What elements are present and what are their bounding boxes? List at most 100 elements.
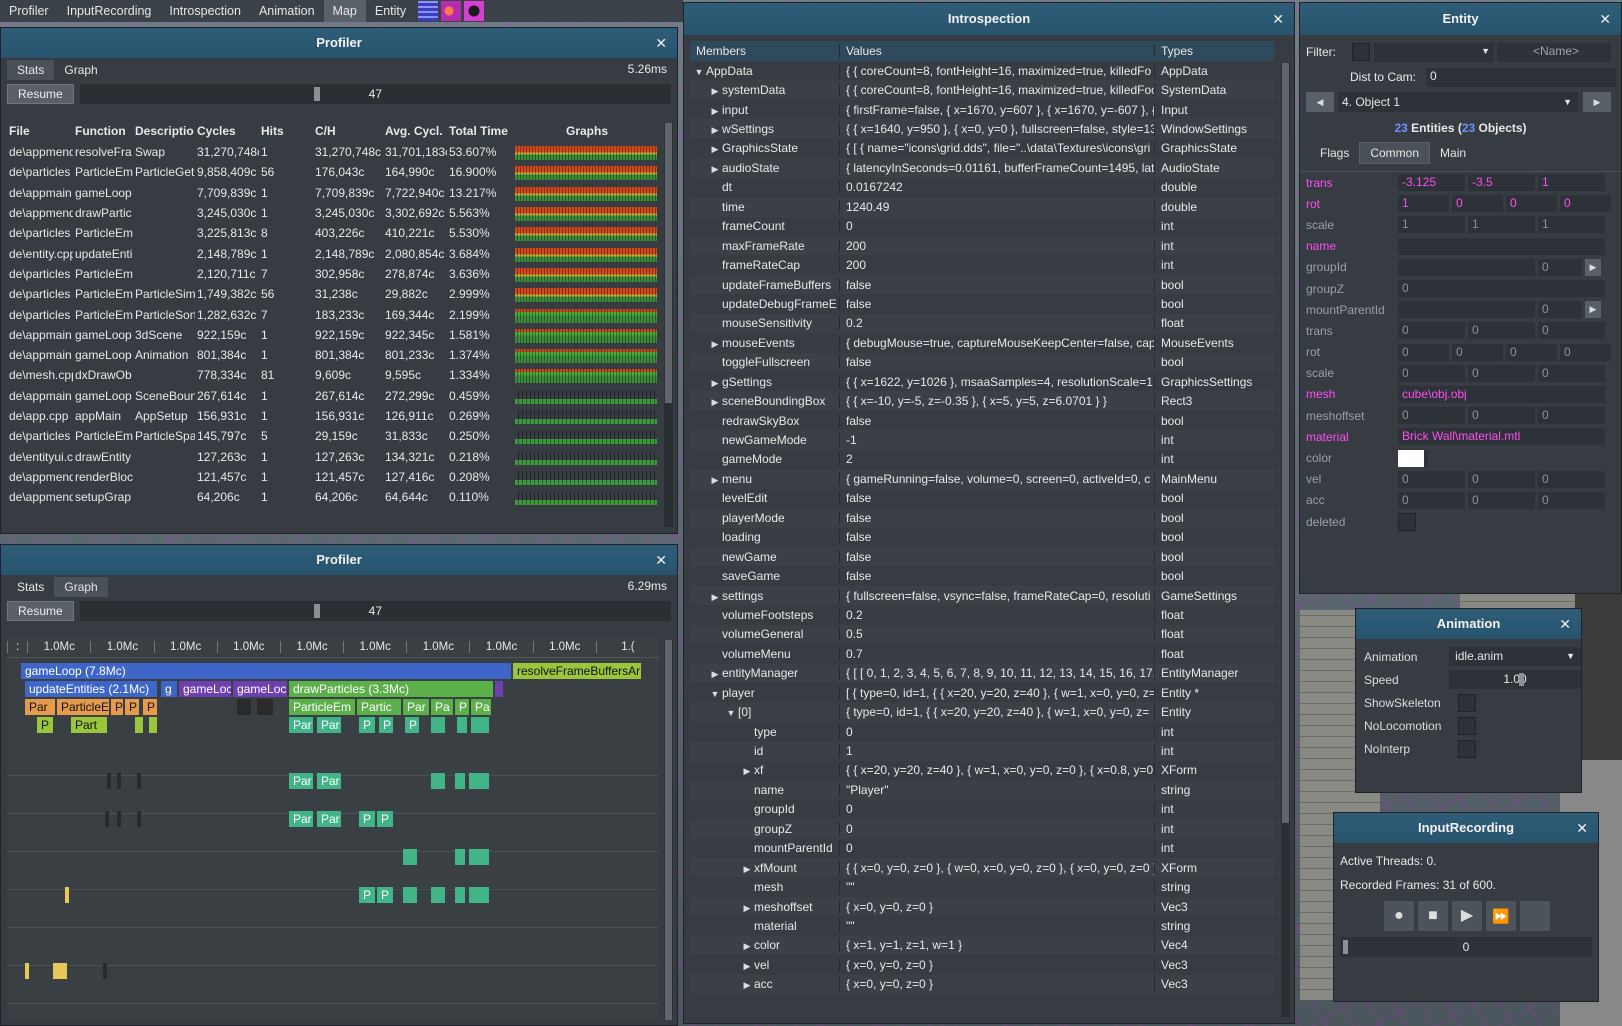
tree-row[interactable]: updateFrameBuffers false bool — [690, 274, 1274, 295]
field-input[interactable]: 1 — [1538, 216, 1605, 234]
input-recording-titlebar[interactable]: InputRecording ✕ — [1334, 813, 1598, 843]
collapsed-arrow-icon[interactable]: ▶ — [740, 903, 754, 914]
filter-checkbox[interactable] — [1352, 43, 1370, 61]
tab-flags[interactable]: Flags — [1310, 143, 1359, 163]
tree-row[interactable]: ▶ mouseEvents{ debugMouse=true, captureMo… — [690, 333, 1274, 352]
prev-object-button[interactable]: ◀ — [1306, 92, 1334, 112]
tree-row[interactable]: volumeGeneral 0.5 float — [690, 624, 1274, 645]
tree-row[interactable]: ▶ entityManager{ [ [ 0, 1, 2, 3, 4, 5, 6,… — [690, 663, 1274, 683]
tree-row[interactable]: gameMode 2 int — [690, 450, 1274, 469]
profiler-timeline[interactable]: :1.0Mc 1.0Mc 1.0Mc 1.0Mc 1.0Mc 1.0Mc 1.0Mc 1.0M… — [7, 637, 659, 1017]
field-input[interactable]: 0 — [1538, 470, 1605, 488]
bar-small[interactable] — [471, 717, 489, 733]
field-input[interactable]: 0 — [1560, 195, 1611, 213]
tree-row[interactable]: toggleFullscreen false bool — [690, 352, 1274, 372]
play-icon[interactable]: ▶ — [1452, 901, 1482, 931]
bar-gameloop[interactable]: gameLoop (7.8Mc) — [21, 663, 511, 679]
entity-titlebar[interactable]: Entity ✕ — [1300, 3, 1621, 35]
bar-small[interactable] — [25, 963, 29, 979]
tab-graph[interactable]: Graph — [54, 577, 108, 597]
column-header[interactable]: File — [7, 124, 73, 138]
tab-stats[interactable]: Stats — [7, 577, 54, 597]
bar-p[interactable]: P — [377, 811, 393, 827]
tree-row[interactable]: mouseSensitivity 0.2 float — [690, 313, 1274, 334]
bar-par[interactable]: Par — [317, 811, 341, 827]
field-input[interactable]: 0 — [1560, 343, 1611, 361]
column-header[interactable]: Avg. Cycl. — [383, 124, 447, 138]
table-row[interactable]: de\particles ParticleEm 2,120,711c 7 302,958… — [7, 264, 659, 284]
recording-slider[interactable]: 0 — [1340, 937, 1592, 957]
bar-small[interactable] — [455, 849, 465, 865]
tree-row[interactable]: newGame false bool — [690, 546, 1274, 567]
bar-p[interactable]: P — [125, 699, 139, 715]
slider-knob[interactable] — [313, 604, 320, 618]
bar-gameloop-2[interactable]: gameLoc — [179, 681, 231, 697]
tree-row[interactable]: volumeFootsteps 0.2 float — [690, 605, 1274, 624]
tree-row[interactable]: ▶ acc{ x=0, y=0, z=0 } Vec3 — [690, 974, 1274, 994]
bar-dark[interactable] — [105, 811, 109, 827]
bar-par[interactable]: Par — [317, 717, 341, 733]
speed-slider[interactable]: 1.00 — [1449, 670, 1581, 689]
bar-small[interactable] — [495, 681, 503, 697]
collapsed-arrow-icon[interactable]: ▶ — [740, 980, 754, 991]
tab-stats[interactable]: Stats — [7, 60, 55, 80]
table-row[interactable]: de\entity.cpp updateEnti 2,148,789c 1 2,148,… — [7, 243, 659, 263]
tree-row[interactable]: dt 0.0167242 double — [690, 178, 1274, 197]
tree-row[interactable]: ▶ meshoffset{ x=0, y=0, z=0 } Vec3 — [690, 896, 1274, 917]
play-arrow-icon[interactable]: ▶ — [1585, 258, 1601, 276]
column-header[interactable]: Descriptio — [133, 124, 195, 138]
tree-row[interactable]: ▶ sceneBoundingBox{ { x=-10, y=-5, z=-0.3… — [690, 391, 1274, 411]
scrollbar[interactable] — [664, 123, 673, 527]
bar-p[interactable]: P — [359, 811, 375, 827]
field-input[interactable]: 0 — [1398, 407, 1465, 425]
bar-dark[interactable] — [237, 699, 251, 715]
field-input[interactable]: 0 — [1398, 322, 1465, 340]
team-icon[interactable] — [464, 1, 485, 21]
field-input[interactable] — [1398, 301, 1535, 319]
animation-titlebar[interactable]: Animation ✕ — [1356, 609, 1581, 639]
column-header[interactable]: Function — [73, 124, 133, 138]
name-filter-input[interactable]: <Name> — [1497, 42, 1611, 62]
bar-p[interactable]: P — [37, 717, 53, 733]
field-input[interactable]: -3.5 — [1468, 174, 1535, 192]
field-input[interactable]: 0 — [1452, 343, 1503, 361]
no-interp-checkbox[interactable] — [1458, 739, 1476, 758]
bar-small[interactable] — [149, 717, 157, 733]
collapsed-arrow-icon[interactable]: ▶ — [740, 961, 754, 972]
tree-row[interactable]: ▶ input{ firstFrame=false, { x=1670, y=60… — [690, 100, 1274, 119]
close-icon[interactable]: ✕ — [1576, 813, 1588, 843]
table-row[interactable]: de\app.cpp appMain AppSetup 156,931c 1 156,93… — [7, 406, 659, 426]
bar-p[interactable]: P — [379, 717, 393, 733]
menu-profiler[interactable]: Profiler — [0, 0, 58, 22]
column-header[interactable]: C/H — [313, 124, 383, 138]
close-icon[interactable]: ✕ — [655, 545, 667, 575]
bar-dark[interactable] — [117, 773, 121, 789]
table-row[interactable]: de\appmend setupGrap 64,206c 1 64,206c 64,644… — [7, 487, 659, 507]
tree-row[interactable]: volumeMenu 0.7 float — [690, 644, 1274, 663]
field-input[interactable]: -3.125 — [1398, 174, 1465, 192]
field-input[interactable]: 0 — [1468, 322, 1535, 340]
color-swatch[interactable] — [1398, 449, 1428, 467]
collapsed-arrow-icon[interactable]: ▶ — [708, 475, 722, 486]
scrollbar-thumb[interactable] — [1282, 63, 1289, 823]
slider-knob[interactable] — [313, 87, 320, 101]
field-input[interactable]: 0 — [1398, 280, 1605, 298]
tree-row[interactable]: groupId 0 int — [690, 800, 1274, 819]
field-input[interactable]: 0 — [1538, 322, 1605, 340]
bar-small[interactable] — [469, 849, 489, 865]
bar-p[interactable]: P — [111, 699, 123, 715]
collapsed-arrow-icon[interactable]: ▶ — [708, 378, 722, 389]
table-row[interactable]: de\appmend drawPartic 3,245,030c 1 3,245,030… — [7, 203, 659, 223]
tree-row[interactable]: updateDebugFrameE false bool — [690, 294, 1274, 313]
collapsed-arrow-icon[interactable]: ▶ — [708, 86, 722, 97]
bar-dark[interactable] — [107, 773, 111, 789]
tree-row[interactable]: ▼ AppData{ { coreCount=8, fontHeight=16, … — [690, 61, 1274, 80]
field-input[interactable]: 0 — [1398, 491, 1465, 509]
tree-row[interactable]: ▶ gSettings{ { x=1622, y=1026 }, msaaSamp… — [690, 372, 1274, 391]
bar-small[interactable] — [65, 887, 69, 903]
bar-dark[interactable] — [137, 773, 141, 789]
tree-row[interactable]: loading false bool — [690, 528, 1274, 547]
bar-p[interactable]: P — [359, 717, 375, 733]
frame-slider[interactable]: 47 — [79, 601, 671, 621]
tree-row[interactable]: id 1 int — [690, 741, 1274, 761]
